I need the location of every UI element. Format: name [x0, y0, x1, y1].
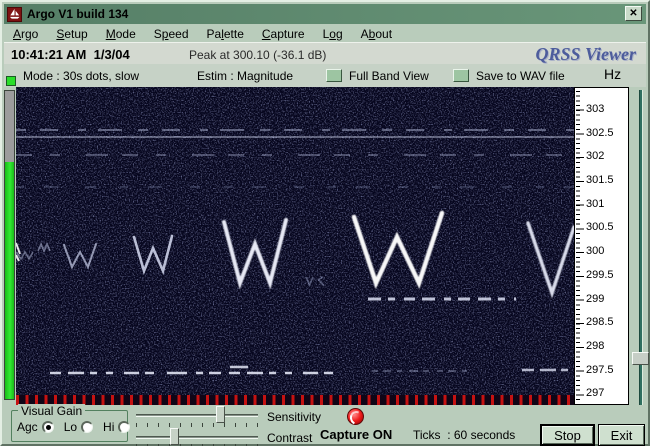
waterfall-graphics [16, 87, 574, 405]
contrast-label: Contrast [267, 431, 313, 445]
close-button[interactable]: ✕ [625, 6, 642, 21]
menu-capture[interactable]: Capture [253, 27, 314, 41]
freq-label: 297.5 [586, 364, 614, 376]
title-bar[interactable]: Argo V1 build 134 ✕ [4, 4, 646, 24]
radio-lo[interactable] [81, 421, 94, 433]
mode-bar: Mode : 30s dots, slow Estim : Magnitude … [4, 64, 646, 87]
activity-led-icon [6, 76, 16, 86]
freq-label: 299 [586, 293, 605, 305]
sensitivity-ticks [136, 423, 258, 427]
frequency-scale: 303.5 303 302.5 302 301.5 301 300.5 300 … [574, 87, 629, 405]
control-panel: Visual Gain Agc Lo Hi Sensitivity Contra… [4, 404, 646, 446]
contrast-slider[interactable] [136, 428, 258, 445]
menu-about[interactable]: About [352, 27, 401, 41]
freq-label: 298 [586, 340, 605, 352]
menu-speed[interactable]: Speed [145, 27, 198, 41]
freq-label: 297 [586, 387, 605, 399]
save-wav-label: Save to WAV file [476, 69, 565, 83]
visual-gain-group: Visual Gain Agc Lo Hi [11, 404, 131, 442]
estim-readout: Estim : Magnitude [197, 69, 294, 83]
menu-bar: Argo Setup Mode Speed Palette Capture Lo… [4, 25, 646, 42]
app-window: Argo V1 build 134 ✕ Argo Setup Mode Spee… [0, 0, 650, 446]
qrss-viewer-logo: QRSS Viewer [535, 44, 636, 64]
freq-label: 302.5 [586, 127, 614, 139]
noise-layer-2 [16, 87, 574, 405]
freq-label: 301.5 [586, 174, 614, 186]
full-band-view-label: Full Band View [349, 69, 429, 83]
freq-label: 303 [586, 103, 605, 115]
freq-label: 298.5 [586, 316, 614, 328]
visual-gain-title: Visual Gain [18, 404, 86, 418]
radio-agc[interactable] [41, 421, 54, 433]
radio-label-agc: Agc [17, 420, 38, 434]
input-level-fill [5, 162, 14, 399]
freq-label: 301 [586, 198, 605, 210]
contrast-thumb[interactable] [170, 428, 179, 445]
radio-label-lo: Lo [63, 420, 78, 434]
visual-gain-options: Agc Lo Hi [17, 420, 136, 434]
time-tick-row [16, 395, 574, 405]
contrast-track [136, 436, 258, 439]
sensitivity-slider[interactable] [136, 406, 258, 423]
window-title: Argo V1 build 134 [27, 7, 129, 21]
freq-label: 302 [586, 150, 605, 162]
menu-argo[interactable]: Argo [4, 27, 47, 41]
sailboat-glyph [9, 8, 20, 19]
menu-setup[interactable]: Setup [47, 27, 96, 41]
radio-label-hi: Hi [103, 420, 115, 434]
capture-status: Capture ON [320, 427, 393, 442]
radio-hi[interactable] [118, 421, 131, 433]
scale-major-ticks [576, 88, 584, 404]
menu-mode[interactable]: Mode [97, 27, 145, 41]
stop-button[interactable]: Stop [540, 424, 595, 446]
freq-label: 300 [586, 245, 605, 257]
sensitivity-track [136, 414, 258, 417]
status-bar: 10:41:21 AM 1/3/04 Peak at 300.10 (-36.1… [4, 42, 646, 64]
capture-led-icon [347, 408, 364, 425]
save-wav-button[interactable] [453, 69, 469, 82]
frequency-offset-slider[interactable] [631, 90, 650, 414]
sailboat-icon [7, 6, 22, 22]
mode-readout: Mode : 30s dots, slow [23, 69, 140, 83]
vslider-groove [639, 90, 643, 414]
peak-readout: Peak at 300.10 (-36.1 dB) [189, 48, 327, 62]
full-band-view-button[interactable] [326, 69, 342, 82]
menu-palette[interactable]: Palette [198, 27, 253, 41]
clock-datetime: 10:41:21 AM 1/3/04 [11, 47, 130, 62]
freq-label: 300.5 [586, 221, 614, 233]
freq-label: 299.5 [586, 269, 614, 281]
hz-unit-label: Hz [604, 66, 622, 82]
ticks-readout: Ticks : 60 seconds [413, 428, 516, 442]
freq-label: 303.5 [586, 88, 614, 91]
spectrogram-waterfall[interactable] [16, 87, 574, 405]
vslider-thumb[interactable] [632, 352, 649, 365]
exit-button[interactable]: Exit [598, 424, 645, 446]
sensitivity-thumb[interactable] [216, 406, 225, 423]
input-level-meter [4, 90, 15, 400]
sensitivity-label: Sensitivity [267, 410, 322, 424]
menu-log[interactable]: Log [314, 27, 352, 41]
